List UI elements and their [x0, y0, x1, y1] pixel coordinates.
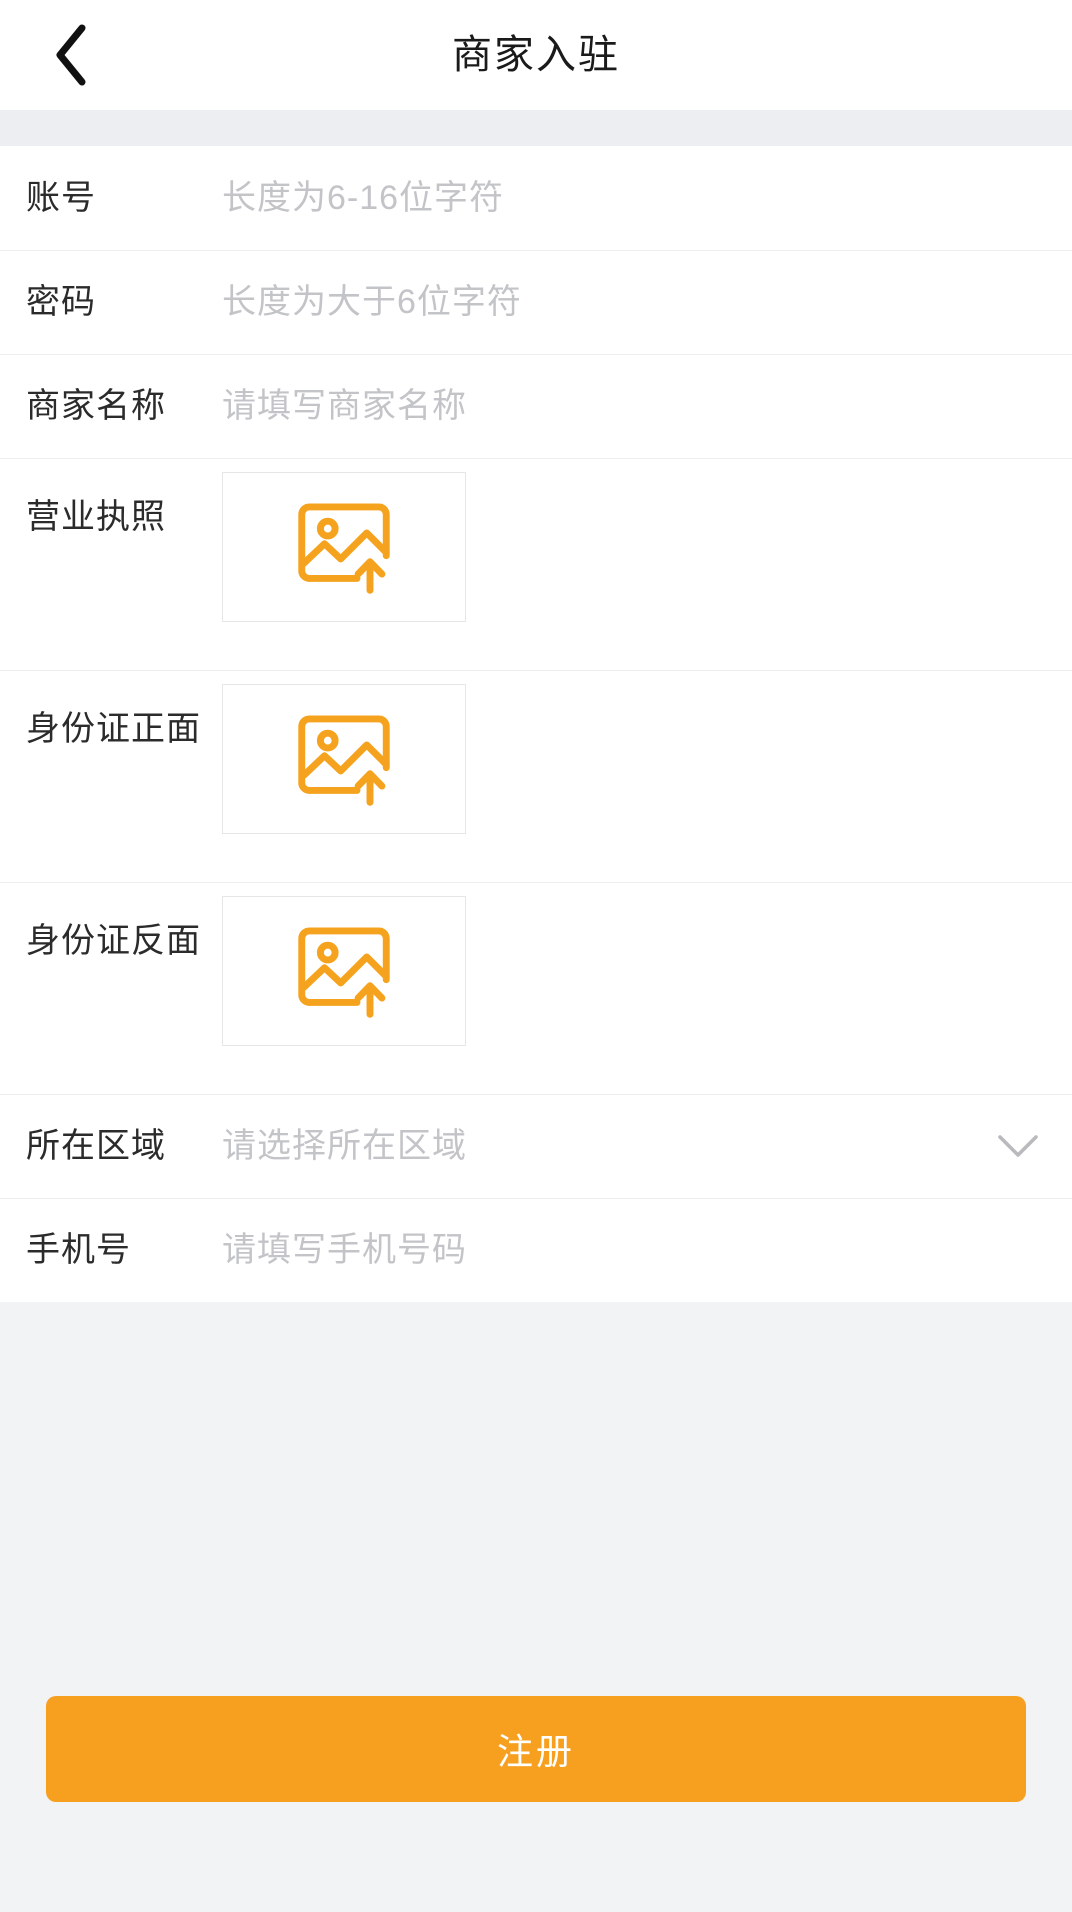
account-input[interactable]: 长度为6-16位字符	[222, 181, 1046, 215]
phone-input[interactable]: 请填写手机号码	[222, 1233, 1046, 1267]
navbar: 商家入驻	[0, 0, 1072, 110]
field-row-account[interactable]: 账号 长度为6-16位字符	[0, 146, 1072, 250]
merchant-name-input[interactable]: 请填写商家名称	[222, 389, 1046, 423]
image-upload-icon	[292, 919, 396, 1023]
field-row-id-card-back: 身份证反面	[0, 882, 1072, 1094]
region-select-value[interactable]: 请选择所在区域	[222, 1129, 996, 1163]
field-row-password[interactable]: 密码 长度为大于6位字符	[0, 250, 1072, 354]
field-label-password: 密码	[26, 283, 96, 321]
image-upload-icon	[292, 707, 396, 811]
field-label-business-license: 营业执照	[26, 498, 166, 536]
chevron-down-icon[interactable]	[996, 1124, 1040, 1168]
register-button[interactable]: 注册	[46, 1696, 1026, 1802]
field-row-phone[interactable]: 手机号 请填写手机号码	[0, 1198, 1072, 1302]
field-row-id-card-front: 身份证正面	[0, 670, 1072, 882]
field-label-phone: 手机号	[26, 1231, 131, 1269]
id-card-back-upload-button[interactable]	[222, 896, 466, 1046]
back-button[interactable]	[34, 18, 108, 92]
password-input[interactable]: 长度为大于6位字符	[222, 285, 1046, 319]
field-row-business-license: 营业执照	[0, 458, 1072, 670]
field-label-merchant-name: 商家名称	[26, 387, 166, 425]
field-label-region: 所在区域	[26, 1127, 166, 1165]
id-card-front-upload-button[interactable]	[222, 684, 466, 834]
field-row-merchant-name[interactable]: 商家名称 请填写商家名称	[0, 354, 1072, 458]
business-license-upload-button[interactable]	[222, 472, 466, 622]
field-label-account: 账号	[26, 179, 96, 217]
page-title: 商家入驻	[452, 33, 620, 77]
field-row-region[interactable]: 所在区域 请选择所在区域	[0, 1094, 1072, 1198]
field-label-id-card-back: 身份证反面	[26, 922, 201, 960]
chevron-left-icon	[51, 23, 91, 87]
merchant-registration-screen: 商家入驻 账号 长度为6-16位字符 密码 长度为大于6位字符 商家名称 请填写…	[0, 0, 1072, 1912]
field-label-id-card-front: 身份证正面	[26, 710, 201, 748]
submit-area: 注册	[0, 1696, 1072, 1912]
registration-form: 账号 长度为6-16位字符 密码 长度为大于6位字符 商家名称 请填写商家名称 …	[0, 146, 1072, 1302]
footer-spacer	[0, 1302, 1072, 1696]
image-upload-icon	[292, 495, 396, 599]
header-gap-strip	[0, 110, 1072, 146]
